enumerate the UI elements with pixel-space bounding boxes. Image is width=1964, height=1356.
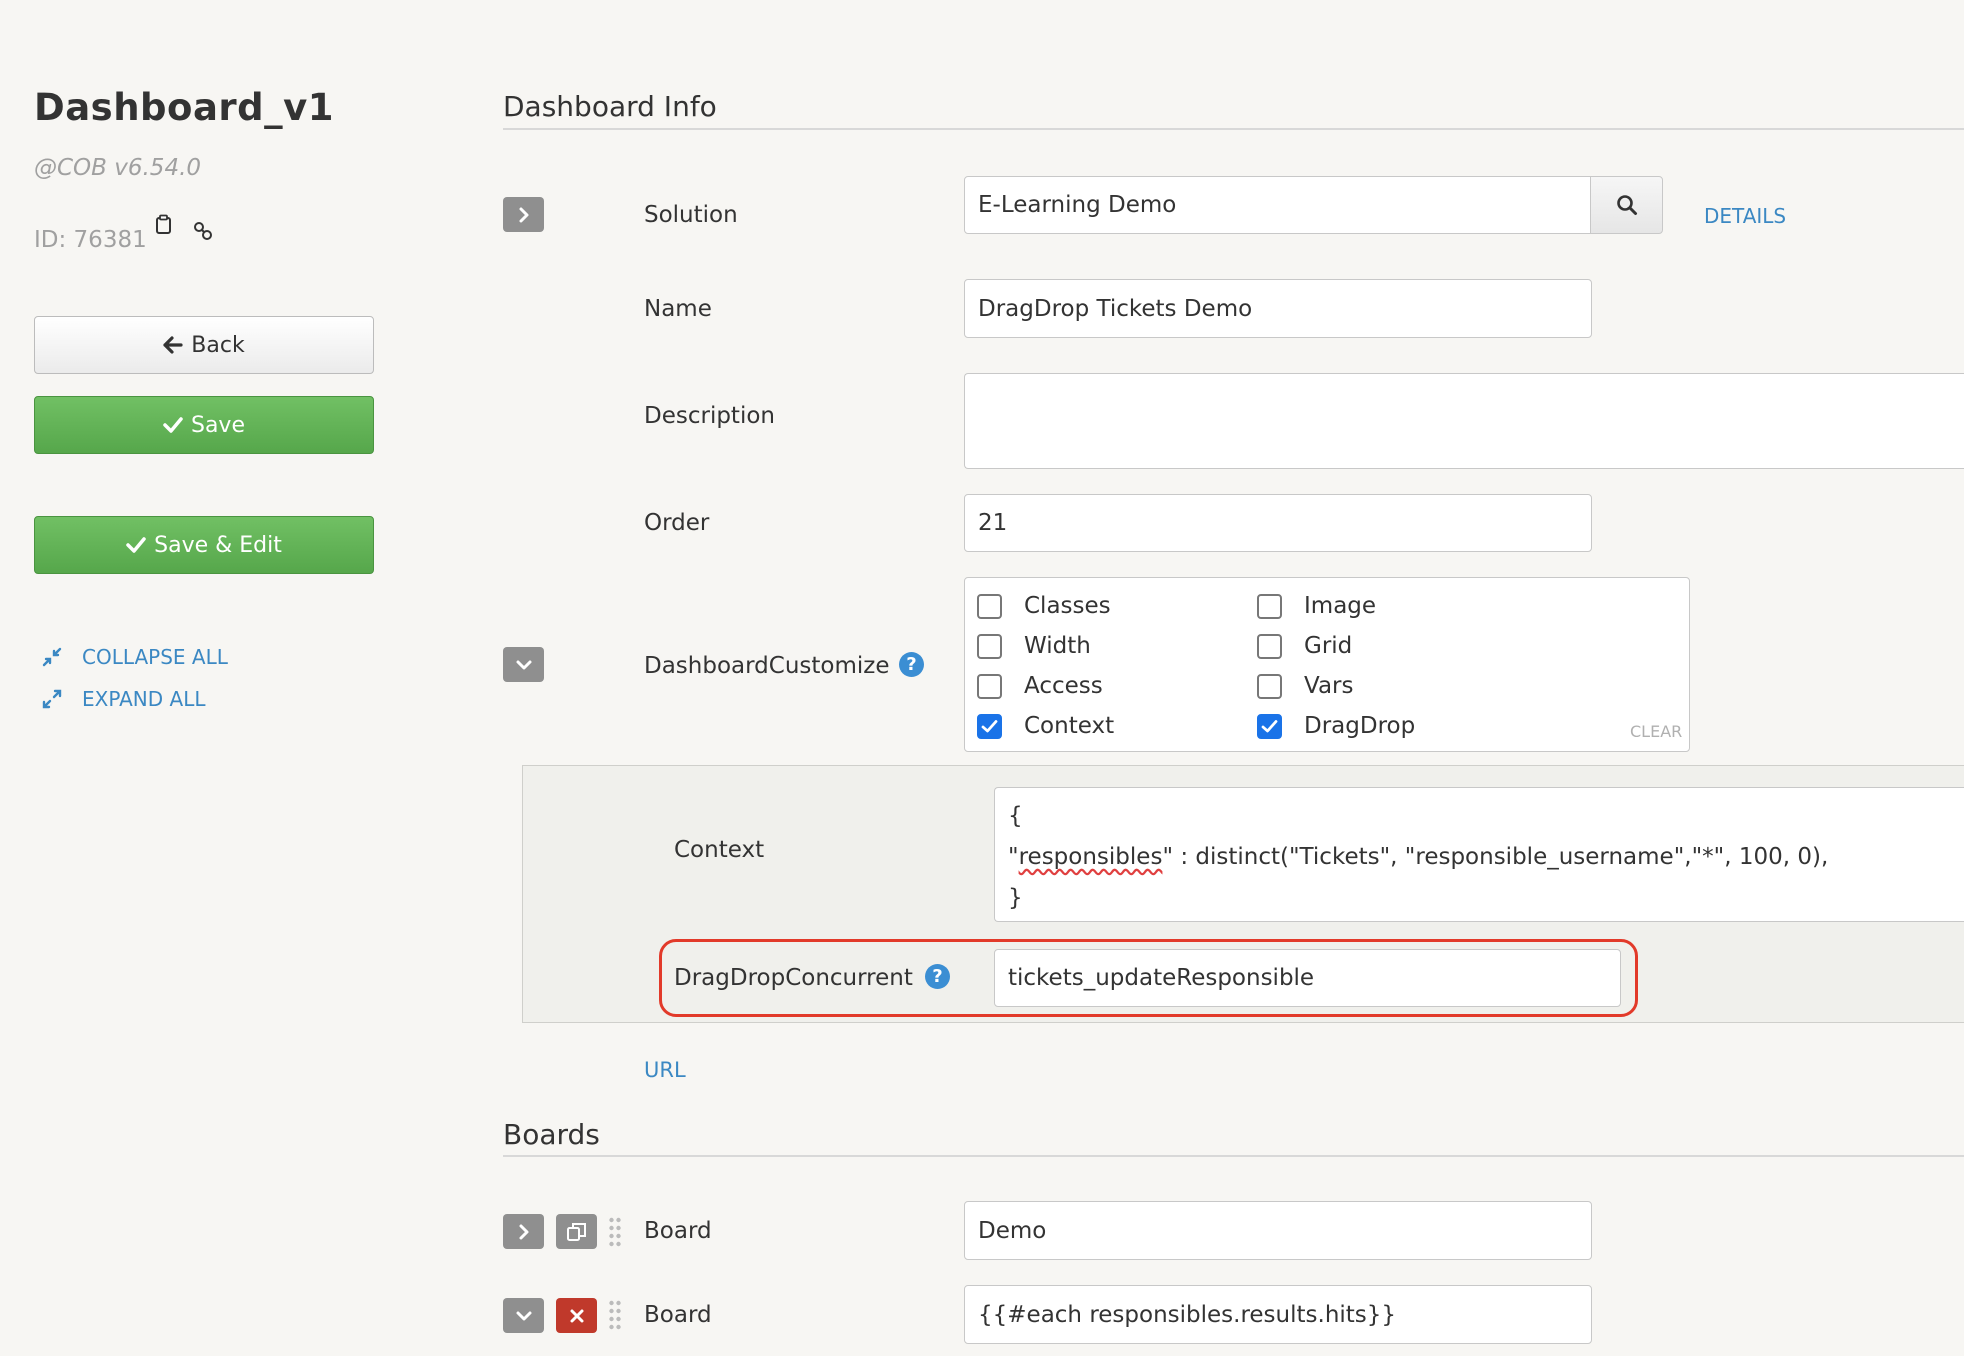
compress-icon bbox=[42, 647, 62, 667]
option-label: Vars bbox=[1304, 673, 1354, 699]
context-label: Context bbox=[674, 837, 765, 863]
check-icon bbox=[126, 537, 146, 553]
context-line-rest: " : distinct("Tickets", "responsible_use… bbox=[1162, 844, 1829, 870]
highlight-annotation bbox=[659, 939, 1638, 1017]
drag-handle-icon[interactable] bbox=[608, 1299, 622, 1331]
option-label: Image bbox=[1304, 593, 1377, 619]
board-input[interactable]: {{#each responsibles.results.hits}} bbox=[964, 1285, 1592, 1344]
arrow-left-icon bbox=[163, 336, 183, 354]
check-icon bbox=[1261, 719, 1278, 732]
board-expand-toggle[interactable] bbox=[503, 1214, 544, 1249]
order-input[interactable]: 21 bbox=[964, 494, 1592, 552]
solution-label: Solution bbox=[644, 202, 738, 228]
version-label: @COB v6.54.0 bbox=[34, 155, 202, 181]
option-label: Classes bbox=[1024, 593, 1111, 619]
expand-all-label: EXPAND ALL bbox=[82, 687, 206, 711]
drag-handle-icon[interactable] bbox=[608, 1216, 622, 1248]
save-button[interactable]: Save bbox=[34, 396, 374, 454]
save-edit-button-label: Save & Edit bbox=[154, 532, 282, 558]
page-title: Dashboard_v1 bbox=[34, 86, 335, 129]
boards-heading: Boards bbox=[503, 1118, 600, 1151]
chevron-right-icon bbox=[519, 1224, 528, 1239]
chevron-right-icon bbox=[519, 207, 528, 222]
option-label: DragDrop bbox=[1304, 713, 1416, 739]
checkbox-checked[interactable] bbox=[977, 713, 1002, 739]
description-textarea[interactable] bbox=[964, 373, 1964, 469]
board-input[interactable]: Demo bbox=[964, 1201, 1592, 1260]
checkbox[interactable] bbox=[977, 673, 1002, 699]
context-textarea[interactable]: { "responsibles" : distinct("Tickets", "… bbox=[994, 787, 1964, 922]
option-label: Context bbox=[1024, 713, 1115, 739]
context-line: } bbox=[1008, 885, 1023, 911]
save-button-label: Save bbox=[190, 412, 245, 438]
collapse-all-label: COLLAPSE ALL bbox=[82, 645, 228, 669]
option-classes[interactable]: Classes bbox=[977, 593, 1111, 619]
checkbox[interactable] bbox=[1257, 673, 1282, 699]
customize-label: DashboardCustomize bbox=[644, 653, 890, 679]
expand-all-link[interactable]: EXPAND ALL bbox=[42, 687, 206, 711]
board-collapse-toggle[interactable] bbox=[503, 1298, 544, 1333]
context-line: { bbox=[1008, 803, 1023, 829]
dashboard-info-heading: Dashboard Info bbox=[503, 90, 717, 123]
checkbox-checked[interactable] bbox=[1257, 713, 1282, 739]
clear-options-link[interactable]: CLEAR bbox=[1630, 722, 1682, 741]
customize-help-icon[interactable]: ? bbox=[899, 652, 924, 677]
solution-search-button[interactable] bbox=[1590, 176, 1663, 234]
description-label: Description bbox=[644, 403, 775, 429]
back-button-label: Back bbox=[191, 332, 245, 358]
option-grid[interactable]: Grid bbox=[1257, 633, 1352, 659]
checkbox[interactable] bbox=[977, 633, 1002, 659]
check-icon bbox=[981, 719, 998, 732]
back-button[interactable]: Back bbox=[34, 316, 374, 374]
solution-expand-toggle[interactable] bbox=[503, 197, 544, 232]
name-input[interactable]: DragDrop Tickets Demo bbox=[964, 279, 1592, 338]
board-delete-button[interactable] bbox=[556, 1298, 597, 1333]
chevron-down-icon bbox=[516, 660, 531, 669]
option-vars[interactable]: Vars bbox=[1257, 673, 1353, 699]
collapse-all-link[interactable]: COLLAPSE ALL bbox=[42, 645, 228, 669]
board-label: Board bbox=[644, 1302, 712, 1328]
option-context[interactable]: Context bbox=[977, 713, 1114, 739]
option-label: Access bbox=[1024, 673, 1103, 699]
section-divider bbox=[503, 128, 1964, 130]
clipboard-icon[interactable] bbox=[155, 214, 173, 236]
section-divider bbox=[503, 1155, 1964, 1157]
context-line: "responsibles" : distinct("Tickets", "re… bbox=[1008, 844, 1829, 870]
option-image[interactable]: Image bbox=[1257, 593, 1376, 619]
chevron-down-icon bbox=[516, 1311, 531, 1320]
board-label: Board bbox=[644, 1218, 712, 1244]
option-access[interactable]: Access bbox=[977, 673, 1103, 699]
board-copy-button[interactable] bbox=[556, 1214, 597, 1249]
name-label: Name bbox=[644, 296, 712, 322]
expand-icon bbox=[42, 689, 62, 709]
url-link[interactable]: URL bbox=[644, 1058, 686, 1082]
spellcheck-word: responsibles bbox=[1018, 844, 1163, 870]
link-icon[interactable] bbox=[192, 220, 214, 242]
checkbox[interactable] bbox=[977, 593, 1002, 619]
option-dragdrop[interactable]: DragDrop bbox=[1257, 713, 1415, 739]
option-label: Grid bbox=[1304, 633, 1353, 659]
checkbox[interactable] bbox=[1257, 593, 1282, 619]
order-label: Order bbox=[644, 510, 710, 536]
close-icon bbox=[570, 1309, 583, 1322]
customize-collapse-toggle[interactable] bbox=[503, 647, 544, 682]
option-width[interactable]: Width bbox=[977, 633, 1091, 659]
option-label: Width bbox=[1024, 633, 1091, 659]
solution-input[interactable]: E-Learning Demo bbox=[964, 176, 1591, 234]
search-icon bbox=[1616, 195, 1637, 215]
copy-icon bbox=[566, 1222, 586, 1241]
checkbox[interactable] bbox=[1257, 633, 1282, 659]
id-label: ID: 76381 bbox=[34, 227, 147, 253]
check-icon bbox=[163, 417, 183, 433]
details-link[interactable]: DETAILS bbox=[1704, 204, 1786, 228]
save-edit-button[interactable]: Save & Edit bbox=[34, 516, 374, 574]
